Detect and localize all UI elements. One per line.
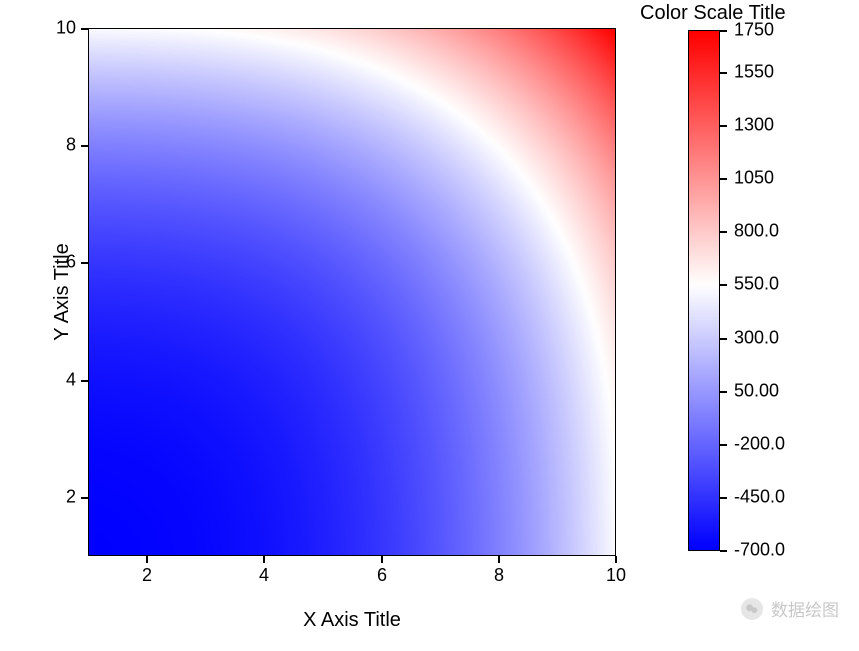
wechat-icon xyxy=(741,598,763,620)
heatmap-surface xyxy=(89,29,615,555)
y-tick-label: 10 xyxy=(56,18,76,39)
x-tick-label: 2 xyxy=(142,565,152,586)
colorbar-tick-label: 1750 xyxy=(734,20,774,41)
watermark-text: 数据绘图 xyxy=(771,596,839,621)
colorbar-gradient xyxy=(689,31,719,550)
y-tick-label: 4 xyxy=(66,370,76,391)
y-tick-mark xyxy=(81,262,88,264)
watermark: 数据绘图 xyxy=(741,596,839,621)
x-axis-title: X Axis Title xyxy=(303,609,401,632)
colorbar-tick-mark xyxy=(720,125,727,127)
y-tick-mark xyxy=(81,380,88,382)
colorbar-tick-mark xyxy=(720,30,727,32)
heatmap-plot-area xyxy=(88,28,616,556)
x-tick-mark xyxy=(263,556,265,563)
colorbar-tick-mark xyxy=(720,338,727,340)
colorbar-tick-label: 50.00 xyxy=(734,381,779,402)
colorbar-tick-label: -450.0 xyxy=(734,487,785,508)
colorbar-tick-mark xyxy=(720,284,727,286)
x-tick-mark xyxy=(381,556,383,563)
x-tick-mark xyxy=(146,556,148,563)
colorbar-tick-mark xyxy=(720,497,727,499)
colorbar-tick-label: 1300 xyxy=(734,115,774,136)
colorbar xyxy=(688,30,720,551)
chart-container: Y Axis Title X Axis Title 2 4 6 8 10 2 4… xyxy=(0,0,859,651)
colorbar-tick-mark xyxy=(720,72,727,74)
colorbar-tick-label: 1050 xyxy=(734,168,774,189)
colorbar-tick-label: 300.0 xyxy=(734,328,779,349)
colorbar-tick-mark xyxy=(720,178,727,180)
x-tick-mark xyxy=(615,556,617,563)
colorbar-tick-mark xyxy=(720,444,727,446)
colorbar-tick-mark xyxy=(720,391,727,393)
y-tick-label: 6 xyxy=(66,252,76,273)
x-tick-label: 8 xyxy=(494,565,504,586)
y-tick-label: 2 xyxy=(66,487,76,508)
x-tick-mark xyxy=(498,556,500,563)
y-tick-label: 8 xyxy=(66,135,76,156)
colorbar-tick-label: 800.0 xyxy=(734,221,779,242)
colorbar-tick-label: 550.0 xyxy=(734,274,779,295)
x-tick-label: 10 xyxy=(606,565,626,586)
x-tick-label: 4 xyxy=(259,565,269,586)
colorbar-tick-mark xyxy=(720,550,727,552)
x-tick-label: 6 xyxy=(377,565,387,586)
y-tick-mark xyxy=(81,497,88,499)
y-tick-mark xyxy=(81,145,88,147)
colorbar-tick-label: -700.0 xyxy=(734,540,785,561)
colorbar-tick-label: 1550 xyxy=(734,62,774,83)
colorbar-tick-mark xyxy=(720,231,727,233)
y-tick-mark xyxy=(81,28,88,30)
colorbar-tick-label: -200.0 xyxy=(734,434,785,455)
